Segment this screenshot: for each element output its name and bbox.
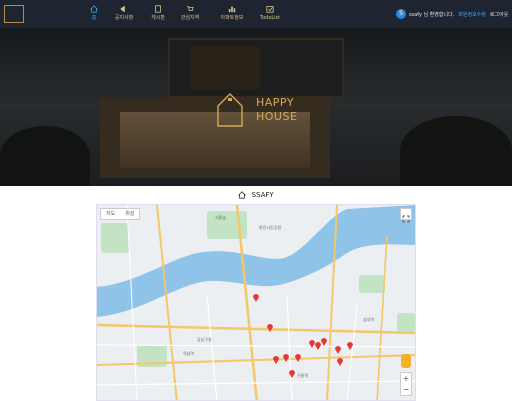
map-type-satellite[interactable]: 위성: [120, 209, 139, 219]
nav-notice-label: 공지사항: [114, 15, 134, 21]
house-logo-icon: [217, 93, 243, 127]
mypage-link[interactable]: 회원정보수정: [458, 11, 486, 18]
todo-icon: [266, 6, 274, 13]
home-icon: [238, 191, 247, 199]
nav-interest[interactable]: 관심지역: [170, 3, 210, 25]
map-marker[interactable]: [289, 369, 295, 378]
map-marker[interactable]: [295, 353, 301, 362]
megaphone-icon: [120, 5, 125, 13]
brand-line-2: HOUSE: [256, 110, 298, 123]
map-type-map[interactable]: 지도: [101, 209, 120, 219]
map-type-control: 지도 위성: [100, 208, 141, 220]
map-marker[interactable]: [283, 353, 289, 362]
map-marker[interactable]: [267, 323, 273, 332]
map-view[interactable]: 한강시민공원 서울숲 강남구청 선릉역 삼성역 역삼역 지도 위성 + −: [96, 204, 416, 401]
top-navbar: 홈 공지사항 게시판 관심지역 아파트정보 TodoList S ssafy 님…: [0, 0, 512, 28]
map-marker[interactable]: [347, 341, 353, 350]
nav-apartment-label: 아파트정보: [220, 15, 244, 21]
logout-link[interactable]: 로그아웃: [490, 11, 508, 18]
cart-icon: [186, 6, 194, 11]
map-marker[interactable]: [273, 355, 279, 364]
user-area: S ssafy 님 환영합니다. 회원정보수정 로그아웃: [396, 7, 508, 21]
nav-home-label: 홈: [91, 15, 97, 21]
brand-line-1: HAPPY: [256, 96, 295, 109]
map-marker[interactable]: [253, 293, 259, 302]
section-title: SSAFY: [0, 191, 512, 199]
map-label: 선릉역: [297, 373, 309, 378]
map-label: 서울숲: [215, 215, 227, 220]
nav-board-label: 게시판: [151, 15, 165, 21]
street-view-pegman[interactable]: [401, 354, 411, 368]
map-marker[interactable]: [335, 345, 341, 354]
map-label: 한강시민공원: [259, 225, 282, 230]
fullscreen-button[interactable]: [400, 208, 412, 223]
hero-banner: HAPPY HOUSE: [0, 28, 512, 186]
site-logo[interactable]: [4, 5, 24, 23]
map-label: 역삼역: [183, 351, 195, 356]
nav-apartment[interactable]: 아파트정보: [212, 3, 252, 25]
fullscreen-icon: [402, 215, 410, 223]
home-icon: [90, 5, 98, 13]
map-canvas: [97, 205, 415, 400]
map-marker[interactable]: [321, 337, 327, 346]
zoom-out-button[interactable]: −: [401, 384, 411, 395]
section-title-text: SSAFY: [251, 191, 274, 199]
bar-chart-icon: [228, 6, 236, 13]
nav-todolist-label: TodoList: [259, 15, 281, 21]
board-icon: [155, 5, 161, 13]
brand-logo: HAPPY HOUSE: [216, 88, 306, 128]
nav-todolist[interactable]: TodoList: [250, 3, 290, 25]
avatar: S: [396, 9, 406, 19]
nav-interest-label: 관심지역: [180, 15, 200, 21]
greeting-text: ssafy 님 환영합니다.: [409, 11, 455, 18]
zoom-control: + −: [400, 372, 412, 396]
zoom-in-button[interactable]: +: [401, 373, 411, 384]
map-label: 강남구청: [197, 337, 212, 342]
map-label: 삼성역: [363, 317, 375, 322]
map-marker[interactable]: [337, 357, 343, 366]
